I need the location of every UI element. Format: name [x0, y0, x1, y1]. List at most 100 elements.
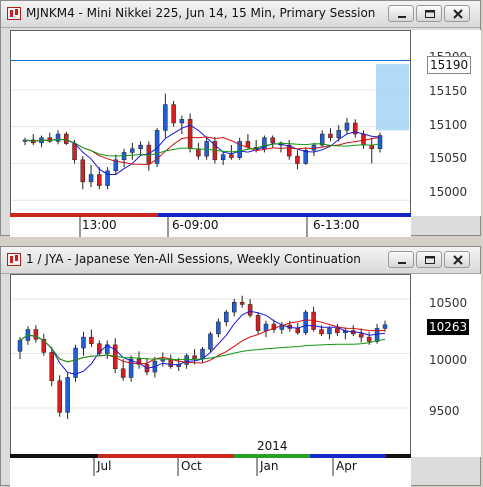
candle-body — [245, 141, 251, 148]
restore-icon — [425, 256, 435, 264]
candle-body — [55, 133, 61, 142]
time-label: 6-13:00 — [313, 218, 360, 232]
minimize-icon — [398, 16, 406, 18]
candle-body — [97, 174, 102, 186]
price-axis-label: 10000 — [429, 353, 468, 367]
chart-app-icon — [7, 7, 21, 20]
close-button[interactable] — [444, 251, 470, 268]
candle-body — [382, 324, 388, 329]
close-icon — [453, 9, 463, 19]
candle-body — [270, 137, 275, 144]
time-label: 6-09:00 — [172, 218, 219, 232]
time-axis[interactable]: 2014 Jul Oct Jan Apr — [10, 439, 411, 487]
time-label: Jul — [97, 459, 112, 473]
candle-body — [239, 302, 245, 305]
candle-body — [224, 311, 229, 323]
restore-button[interactable] — [416, 251, 442, 268]
current-price-label: 10263 — [427, 319, 470, 335]
price-axis-label: 15150 — [429, 84, 468, 98]
chart-window-yen: 1 / JYA - Japanese Yen-All Sessions, Wee… — [0, 246, 481, 487]
restore-icon — [425, 10, 435, 18]
close-icon — [453, 255, 463, 265]
candle-body — [208, 333, 213, 350]
price-plot[interactable] — [10, 30, 411, 216]
price-axis-label: 10500 — [429, 296, 468, 310]
candle-body — [336, 130, 341, 138]
time-label: Jan — [260, 459, 279, 473]
time-label: Apr — [336, 459, 357, 473]
candle-body — [128, 358, 134, 378]
candle-body — [344, 122, 350, 131]
candle-body — [327, 328, 332, 335]
candle-body — [120, 368, 126, 378]
candle-body — [89, 336, 94, 344]
candle-body — [319, 329, 324, 335]
price-axis-label: 15000 — [429, 185, 468, 199]
year-label: 2014 — [257, 439, 288, 453]
candle-body — [187, 119, 193, 150]
candle-body — [366, 336, 372, 342]
window-title: MJNKM4 - Mini Nikkei 225, Jun 14, 15 Min… — [26, 6, 376, 20]
candle-body — [130, 148, 135, 153]
candle-body — [295, 328, 300, 334]
candle-body — [72, 143, 77, 161]
close-button[interactable] — [444, 5, 470, 22]
candle-body — [263, 323, 269, 331]
moving-average-line — [24, 124, 381, 175]
candle-body — [303, 149, 308, 164]
candle-body — [303, 311, 308, 334]
candle-body — [81, 336, 86, 349]
candle-body — [80, 159, 86, 183]
time-label: 13:00 — [82, 218, 117, 232]
candle-body — [216, 321, 221, 335]
candle-body — [163, 104, 168, 131]
candle-body — [328, 133, 333, 138]
minimize-button[interactable] — [388, 251, 414, 268]
candle-body — [255, 315, 261, 331]
candle-body — [33, 329, 39, 340]
candle-body — [192, 355, 197, 360]
candle-body — [311, 144, 317, 151]
candle-body — [73, 347, 78, 378]
candle-body — [358, 333, 364, 338]
candle-body — [88, 174, 94, 183]
title-bar[interactable]: MJNKM4 - Mini Nikkei 225, Jun 14, 15 Min… — [1, 1, 480, 28]
candle-body — [65, 377, 70, 413]
current-price-label: 15190 — [427, 56, 472, 74]
time-axis[interactable]: 13:00 6-09:00 6-13:00 — [10, 213, 411, 237]
candlestick-chart — [11, 295, 410, 419]
title-bar[interactable]: 1 / JYA - Japanese Yen-All Sessions, Wee… — [1, 247, 480, 274]
price-axis[interactable]: 15200 15150 15100 15050 15000 15190 — [411, 30, 481, 216]
price-axis[interactable]: 10500 10000 9500 10263 — [411, 274, 481, 457]
candle-body — [17, 340, 23, 352]
candle-body — [229, 154, 234, 158]
candle-body — [138, 144, 143, 150]
candle-body — [171, 104, 176, 124]
restore-button[interactable] — [416, 5, 442, 22]
candle-body — [57, 380, 62, 413]
candle-body — [179, 119, 185, 124]
candle-body — [231, 302, 237, 313]
chart-app-icon — [7, 253, 21, 266]
candle-body — [184, 355, 189, 365]
price-axis-label: 15100 — [429, 118, 468, 132]
price-axis-label: 9500 — [429, 404, 460, 418]
candle-body — [64, 133, 69, 144]
window-title: 1 / JYA - Japanese Yen-All Sessions, Wee… — [26, 252, 361, 266]
candle-body — [247, 304, 253, 316]
candlestick-chart — [11, 59, 410, 201]
time-label: Oct — [181, 459, 202, 473]
moving-average-line — [24, 136, 381, 166]
candle-body — [335, 328, 340, 334]
candle-body — [220, 154, 226, 161]
minimize-button[interactable] — [388, 5, 414, 22]
candle-body — [49, 352, 54, 382]
chart-window-nikkei: MJNKM4 - Mini Nikkei 225, Jun 14, 15 Min… — [0, 0, 481, 237]
price-plot[interactable] — [10, 274, 411, 457]
candle-body — [168, 358, 174, 367]
minimize-icon — [398, 262, 406, 264]
candle-body — [196, 148, 201, 157]
projection-box — [376, 64, 409, 131]
price-axis-label: 15050 — [429, 151, 468, 165]
candle-body — [295, 155, 300, 164]
